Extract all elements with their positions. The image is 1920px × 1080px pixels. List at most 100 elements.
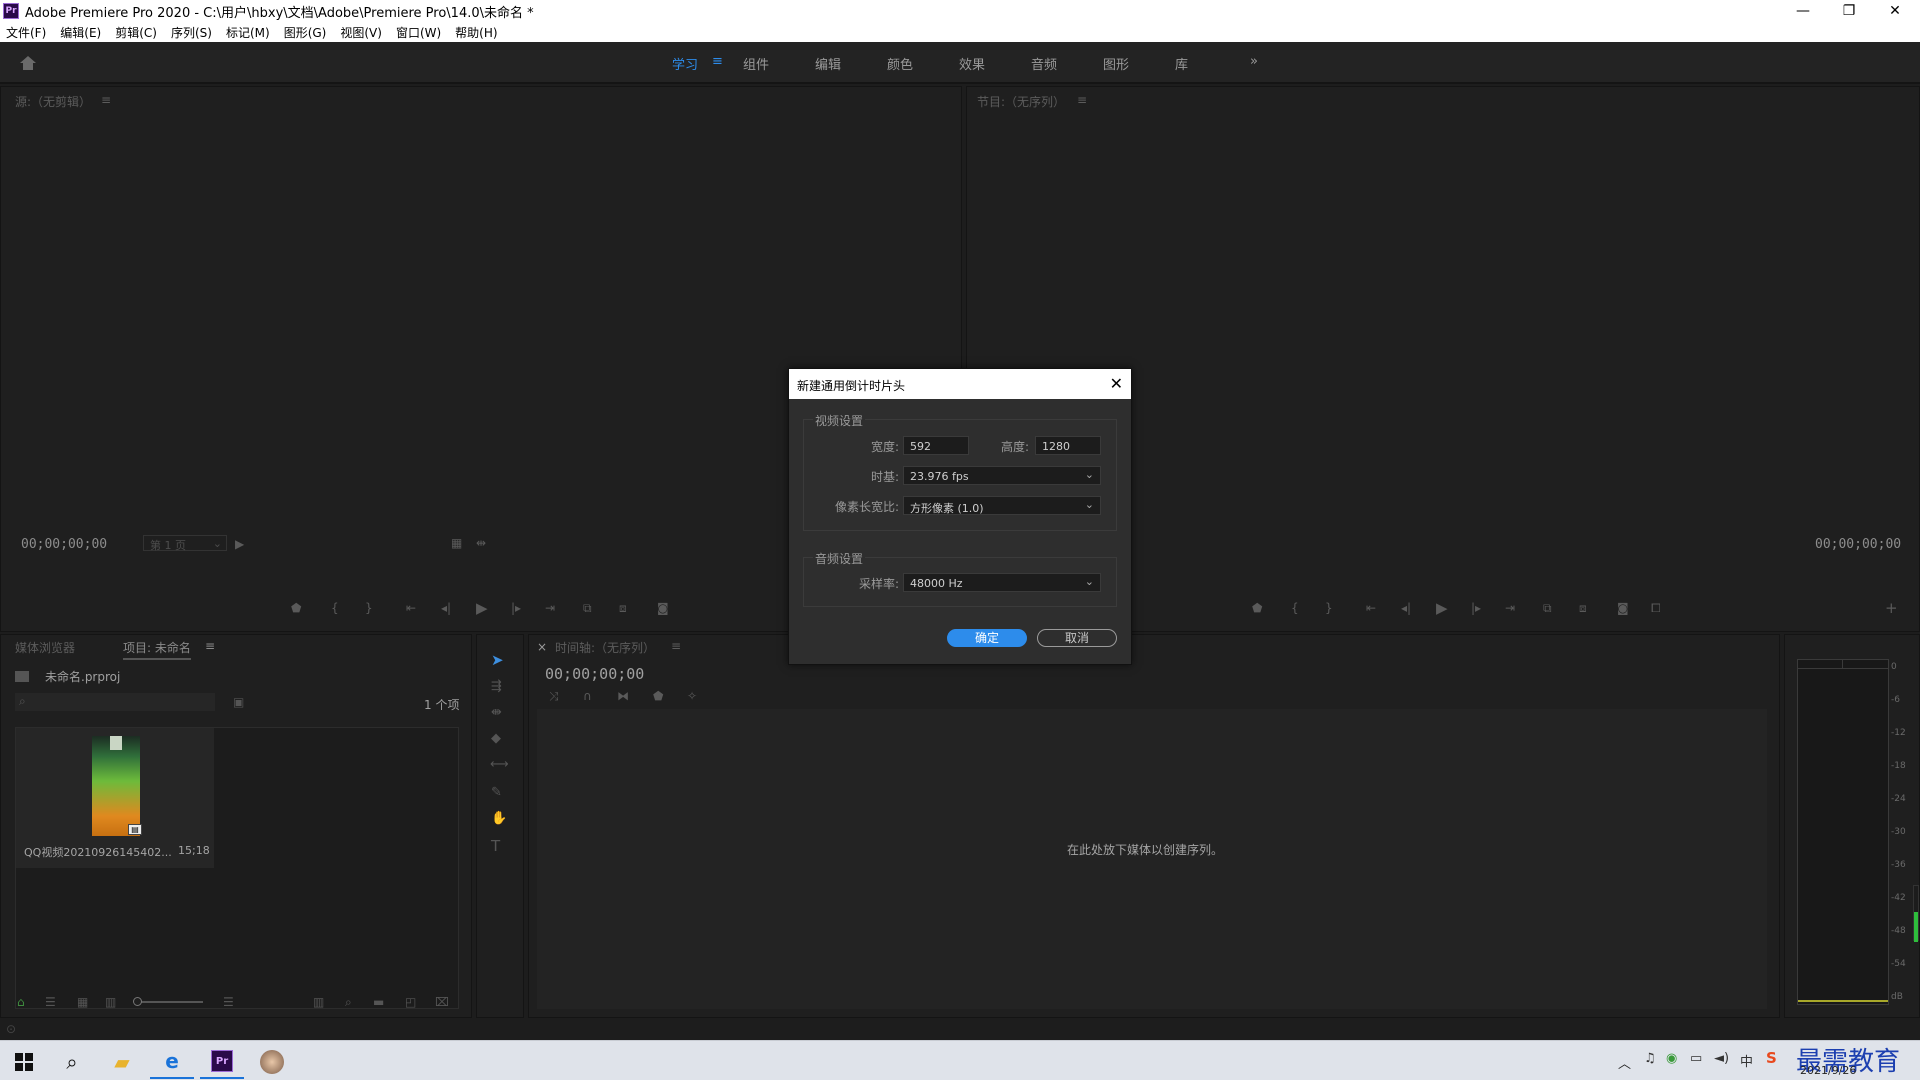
wrench-icon[interactable]: ✧	[687, 689, 697, 703]
user-avatar-icon[interactable]	[250, 1045, 294, 1079]
workspace-menu-icon[interactable]: ≡	[712, 54, 723, 69]
go-to-out-icon[interactable]: ⇥	[545, 601, 555, 615]
razor-tool-icon[interactable]: ◆	[491, 731, 501, 746]
mark-out-icon[interactable]: }	[365, 601, 373, 615]
search-input[interactable]: ⌕	[15, 693, 215, 711]
hand-tool-icon[interactable]: ✋	[491, 811, 507, 826]
volume-icon[interactable]: ◄)	[1714, 1051, 1729, 1066]
menu-help[interactable]: 帮助(H)	[455, 24, 497, 41]
menu-view[interactable]: 视图(V)	[340, 24, 382, 41]
program-go-to-out-icon[interactable]: ⇥	[1505, 601, 1515, 615]
program-step-back-icon[interactable]: ◂|	[1401, 601, 1411, 615]
source-timecode[interactable]: 00;00;00;00	[21, 537, 107, 552]
add-button-icon[interactable]: +	[1885, 599, 1898, 617]
height-input[interactable]: 1280	[1035, 436, 1101, 455]
menu-file[interactable]: 文件(F)	[6, 24, 46, 41]
automate-to-sequence-icon[interactable]: ▥	[313, 995, 324, 1009]
dialog-close-icon[interactable]: ✕	[1110, 374, 1123, 393]
slip-tool-icon[interactable]: ⟷	[490, 757, 509, 772]
cancel-button[interactable]: 取消	[1037, 629, 1117, 647]
new-bin-icon[interactable]: ▬	[373, 995, 384, 1009]
list-view-icon[interactable]: ☰	[45, 995, 56, 1009]
new-item-icon[interactable]: ◰	[405, 995, 416, 1009]
timebase-select[interactable]: 23.976 fps ⌄	[903, 466, 1101, 485]
premiere-taskbar-icon[interactable]: Pr	[200, 1045, 244, 1079]
new-bin-search-icon[interactable]: ▣	[233, 695, 244, 709]
extract-icon[interactable]: ⧈	[1579, 601, 1587, 616]
minimize-icon[interactable]: —	[1780, 0, 1826, 22]
file-explorer-icon[interactable]: ▰	[100, 1045, 144, 1079]
more-workspaces-icon[interactable]: »	[1250, 54, 1258, 69]
menu-edit[interactable]: 编辑(E)	[60, 24, 101, 41]
add-marker-icon[interactable]: ⬟	[291, 601, 301, 615]
export-frame-icon[interactable]: ◙	[1617, 601, 1629, 615]
timeline-timecode[interactable]: 00;00;00;00	[545, 665, 644, 683]
tab-assembly[interactable]: 组件	[743, 54, 769, 73]
ime-language-icon[interactable]: 中	[1740, 1051, 1753, 1070]
compare-view-icon[interactable]: ⧠	[1651, 601, 1661, 616]
tab-media-browser[interactable]: 媒体浏览器	[15, 639, 75, 656]
selection-tool-icon[interactable]: ➤	[491, 651, 504, 669]
home-icon[interactable]	[19, 55, 37, 71]
security-icon[interactable]: ◉	[1666, 1051, 1677, 1066]
menu-marker[interactable]: 标记(M)	[226, 24, 270, 41]
sample-rate-select[interactable]: 48000 Hz ⌄	[903, 573, 1101, 592]
tab-editing[interactable]: 编辑	[815, 54, 841, 73]
program-mark-in-icon[interactable]: {	[1291, 601, 1299, 615]
edge-browser-icon[interactable]: e	[150, 1045, 194, 1079]
find-icon[interactable]: ⌕	[345, 995, 352, 1010]
program-go-to-in-icon[interactable]: ⇤	[1366, 601, 1376, 615]
restore-icon[interactable]: ❐	[1826, 0, 1872, 22]
step-back-icon[interactable]: ◂|	[441, 601, 451, 615]
menu-clip[interactable]: 剪辑(C)	[115, 24, 157, 41]
go-to-in-icon[interactable]: ⇤	[406, 601, 416, 615]
program-panel-menu-icon[interactable]: ≡	[1077, 93, 1087, 107]
timeline-panel-menu-icon[interactable]: ≡	[671, 639, 681, 653]
lock-icon[interactable]: ⌂	[17, 995, 25, 1009]
menu-window[interactable]: 窗口(W)	[396, 24, 441, 41]
windows-start-icon[interactable]	[2, 1045, 46, 1079]
sort-icon[interactable]: ☰	[223, 995, 234, 1009]
tab-color[interactable]: 颜色	[887, 54, 913, 73]
tab-graphics[interactable]: 图形	[1103, 54, 1129, 73]
ripple-edit-tool-icon[interactable]: ⇼	[491, 705, 502, 720]
tab-project[interactable]: 项目: 未命名	[123, 639, 191, 660]
mark-in-icon[interactable]: {	[331, 601, 339, 615]
nest-icon[interactable]: ⤨	[549, 689, 559, 704]
insert-icon[interactable]: ⧉	[583, 601, 592, 616]
tab-libraries[interactable]: 库	[1175, 54, 1188, 73]
step-forward-icon[interactable]: |▸	[511, 601, 521, 615]
program-add-marker-icon[interactable]: ⬟	[1252, 601, 1262, 615]
network-icon[interactable]: ▭	[1690, 1051, 1702, 1066]
clip-thumbnail-card[interactable]: ▤ QQ视频20210926145402... 15;18	[16, 728, 214, 868]
linked-selection-icon[interactable]: ⧓	[617, 689, 629, 703]
program-play-icon[interactable]: ▶	[1436, 599, 1448, 617]
width-input[interactable]: 592	[903, 436, 969, 455]
lift-icon[interactable]: ⧉	[1543, 601, 1552, 616]
track-select-tool-icon[interactable]: ⇶	[491, 679, 502, 694]
tray-expand-icon[interactable]: ︿	[1618, 1053, 1631, 1072]
tab-effects[interactable]: 效果	[959, 54, 985, 73]
tab-audio[interactable]: 音频	[1031, 54, 1057, 73]
icon-view-icon[interactable]: ▦	[77, 995, 88, 1009]
pen-tool-icon[interactable]: ✎	[491, 785, 502, 800]
notification-bell-icon[interactable]: ♫	[1644, 1051, 1656, 1066]
camera-icon[interactable]: ◙	[657, 601, 669, 615]
search-icon[interactable]: ⌕	[50, 1045, 94, 1079]
sogou-input-icon[interactable]: S	[1766, 1049, 1777, 1067]
trash-icon[interactable]: ⌧	[435, 995, 449, 1009]
program-mark-out-icon[interactable]: }	[1325, 601, 1333, 615]
program-timecode[interactable]: 00;00;00;00	[1815, 537, 1901, 552]
ok-button[interactable]: 确定	[947, 629, 1027, 647]
pixel-aspect-select[interactable]: 方形像素 (1.0) ⌄	[903, 496, 1101, 515]
close-timeline-icon[interactable]: ×	[537, 640, 547, 654]
zoom-slider-handle[interactable]	[133, 997, 142, 1006]
timeline-drop-area[interactable]: 在此处放下媒体以创建序列。	[537, 709, 1767, 1009]
play-icon[interactable]: ▶	[476, 599, 488, 617]
overwrite-icon[interactable]: ⧈	[619, 601, 627, 616]
expand-icon[interactable]: ⇹	[476, 536, 486, 550]
tab-learn[interactable]: 学习	[672, 54, 698, 73]
play-small-icon[interactable]: ▶	[235, 537, 244, 551]
close-window-icon[interactable]: ✕	[1872, 0, 1918, 22]
settings-icon[interactable]: ▦	[451, 536, 462, 550]
